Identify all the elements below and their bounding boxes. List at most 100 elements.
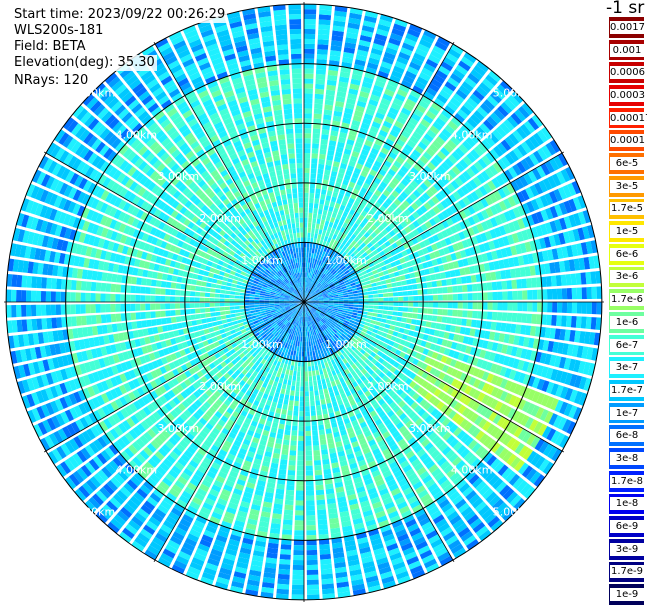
ray-gate-cell [285, 389, 291, 396]
ray-gate-cell [314, 464, 322, 471]
ray-gate-cell [576, 287, 583, 300]
ray-gate-cell [462, 302, 468, 309]
ray-gate-cell [378, 297, 384, 302]
ray-gate-cell [566, 287, 573, 300]
ray-gate-cell [304, 83, 314, 89]
ray-gate-cell [324, 220, 330, 227]
ray-gate-cell [507, 302, 513, 311]
ray-gate-cell [309, 183, 316, 189]
ray-gate-cell [343, 304, 349, 307]
ray-gate-cell [304, 43, 315, 50]
ray-gate-cell [452, 285, 458, 293]
ray-gate-cell [327, 226, 332, 233]
ray-gate-cell [422, 295, 429, 301]
ray-gate-cell [304, 123, 312, 129]
ray-gate-cell [326, 366, 331, 373]
ray-gate-cell [325, 215, 331, 222]
ray-gate-cell [382, 310, 388, 315]
ray-gate-cell [314, 365, 319, 371]
ray-gate-cell [311, 163, 318, 169]
ray-gate-cell [317, 379, 322, 386]
ray-gate-cell [388, 302, 394, 306]
ray-gate-cell [399, 275, 406, 281]
ray-gate-cell [408, 302, 414, 307]
ray-gate-cell [301, 326, 303, 332]
ray-gate-cell [305, 262, 308, 268]
ray-gate-cell [417, 307, 423, 314]
ray-gate-cell [304, 341, 307, 347]
ray-gate-cell [320, 444, 328, 450]
ray-gate-cell [472, 292, 478, 301]
ray-gate-cell [379, 275, 386, 281]
ray-gate-cell [280, 549, 292, 555]
ray-gate-cell [299, 406, 304, 412]
ray-gate-cell [299, 341, 302, 347]
ray-gate-cell [296, 470, 304, 476]
ray-gate-cell [316, 54, 328, 60]
ray-gate-cell [304, 68, 314, 74]
ray-gate-cell [406, 318, 412, 324]
ray-gate-cell [314, 390, 319, 396]
ray-gate-cell [377, 313, 383, 318]
ray-gate-cell [318, 429, 325, 436]
ray-gate-cell [315, 484, 324, 491]
ray-gate-cell [306, 495, 315, 501]
ray-gate-cell [517, 302, 523, 312]
ray-gate-cell [311, 148, 319, 154]
ray-gate-cell [390, 320, 397, 326]
ray-gate-cell [457, 302, 463, 309]
ray-gate-cell [280, 373, 285, 379]
ray-gate-cell [411, 319, 417, 325]
ray-gate-cell [319, 548, 331, 555]
ray-gate-cell [278, 423, 285, 430]
ray-gate-cell [378, 305, 384, 310]
ray-gate-cell [333, 298, 339, 301]
ray-gate-cell [546, 314, 552, 326]
ray-gate-cell [442, 302, 448, 309]
ray-gate-cell [308, 217, 312, 223]
ray-gate-cell [323, 109, 333, 116]
ray-gate-cell [297, 445, 304, 451]
ray-gate-cell [318, 424, 325, 431]
ray-gate-cell [304, 182, 309, 188]
ray-gate-cell [456, 318, 463, 326]
ray-gate-cell [370, 319, 376, 325]
ray-gate-cell [324, 423, 331, 430]
ray-gate-cell [316, 499, 326, 506]
ray-gate-cell [386, 283, 393, 288]
ray-gate-cell [293, 410, 299, 417]
ray-gate-cell [586, 302, 592, 315]
ray-gate-cell [348, 294, 354, 297]
ray-gate-cell [590, 317, 597, 330]
ray-gate-cell [352, 309, 358, 313]
ray-gate-cell [316, 374, 321, 381]
ray-gate-cell [304, 4, 317, 10]
ray-gate-cell [457, 310, 463, 317]
ray-gate-cell [295, 390, 300, 397]
ray-gate-cell [367, 312, 373, 316]
ray-gate-cell [307, 589, 320, 595]
ray-gate-cell [537, 302, 543, 312]
ray-gate-cell [319, 439, 327, 446]
ray-gate-cell [477, 302, 483, 310]
ray-gate-cell [343, 297, 349, 300]
ray-gate-cell [462, 284, 468, 293]
ray-gate-cell [321, 134, 329, 140]
ray-gate-cell [306, 564, 319, 571]
ray-gate-cell [321, 214, 327, 221]
ray-gate-cell [460, 276, 467, 284]
ray-gate-cell [571, 302, 578, 314]
ray-gate-cell [471, 283, 478, 292]
ray-gate-cell [591, 286, 597, 299]
ray-gate-cell [294, 345, 298, 352]
ray-gate-cell [283, 514, 293, 521]
ray-gate-cell [304, 118, 312, 124]
ray-gate-cell [283, 378, 288, 385]
ray-gate-cell [318, 163, 325, 170]
ray-gate-cell [298, 426, 304, 432]
ray-gate-cell [388, 306, 394, 311]
ray-gate-cell [310, 232, 315, 239]
ray-gate-cell [318, 29, 330, 36]
ray-gate-cell [304, 326, 306, 332]
ray-gate-cell [305, 420, 311, 427]
